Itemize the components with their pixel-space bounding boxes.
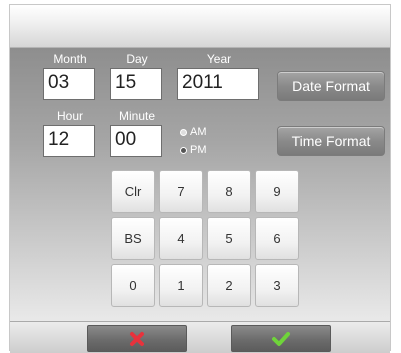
key-9[interactable]: 9	[255, 170, 299, 213]
footer-bar	[10, 321, 390, 353]
minute-label: Minute	[118, 109, 156, 123]
confirm-button[interactable]	[231, 325, 331, 352]
date-time-panel: Month Day Year Hour Minute 03 15 2011 12…	[10, 48, 390, 321]
green-checkmark-icon	[272, 331, 290, 346]
key-0[interactable]: 0	[111, 264, 155, 307]
key-3[interactable]: 3	[255, 264, 299, 307]
key-clr[interactable]: Clr	[111, 170, 155, 213]
key-6[interactable]: 6	[255, 217, 299, 260]
cancel-button[interactable]	[87, 325, 187, 352]
key-7[interactable]: 7	[159, 170, 203, 213]
pm-label: PM	[190, 144, 207, 156]
time-format-button[interactable]: Time Format	[277, 126, 385, 156]
month-label: Month	[53, 52, 87, 66]
pm-radio[interactable]: PM	[180, 144, 207, 156]
pm-radio-dot	[180, 146, 187, 154]
key-1[interactable]: 1	[159, 264, 203, 307]
am-radio[interactable]: AM	[180, 126, 207, 138]
month-field[interactable]: 03	[43, 68, 95, 100]
day-field[interactable]: 15	[110, 68, 162, 100]
key-8[interactable]: 8	[207, 170, 251, 213]
hour-label: Hour	[56, 109, 83, 123]
hour-field[interactable]: 12	[43, 125, 95, 157]
red-x-icon	[130, 331, 144, 346]
date-format-button[interactable]: Date Format	[277, 71, 385, 101]
day-label: Day	[126, 52, 148, 66]
key-2[interactable]: 2	[207, 264, 251, 307]
am-label: AM	[190, 126, 207, 138]
year-label: Year	[206, 52, 232, 66]
device-screen: Month Day Year Hour Minute 03 15 2011 12…	[9, 4, 391, 353]
am-radio-dot	[180, 128, 187, 136]
minute-field[interactable]: 00	[110, 125, 162, 157]
title-bar	[10, 5, 390, 48]
key-5[interactable]: 5	[207, 217, 251, 260]
year-field[interactable]: 2011	[177, 68, 259, 100]
key-4[interactable]: 4	[159, 217, 203, 260]
key-bs[interactable]: BS	[111, 217, 155, 260]
